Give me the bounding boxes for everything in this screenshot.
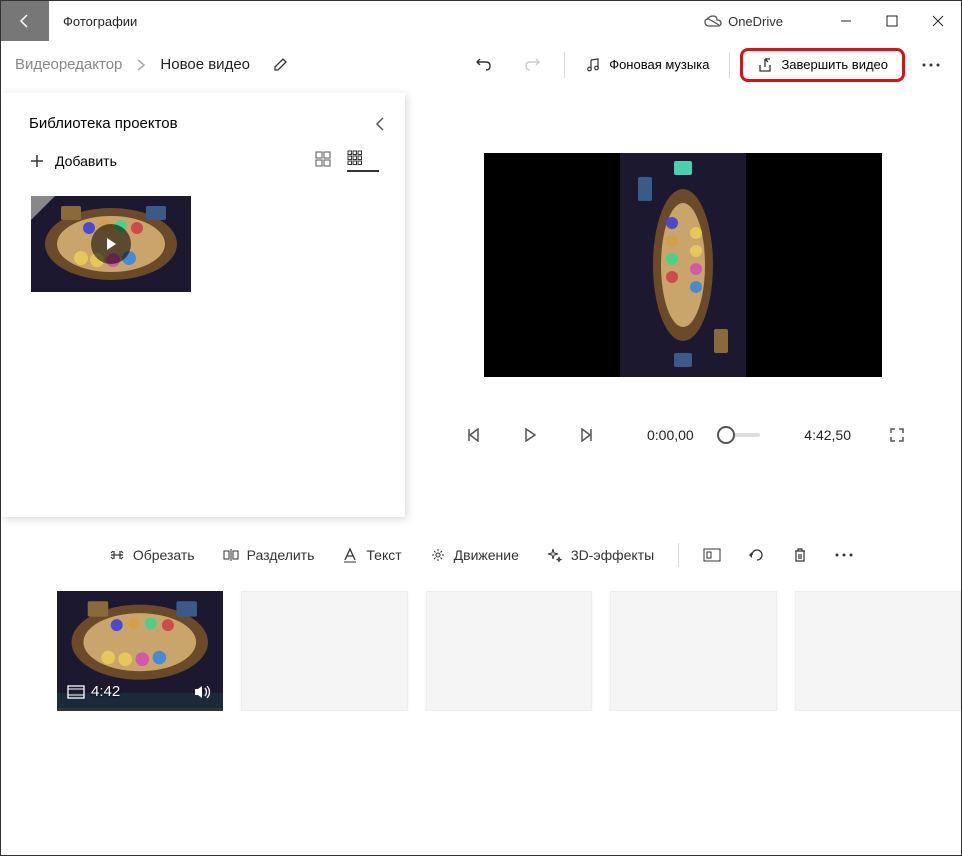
- storyboard-toolbar: Обрезать Разделить Текст Движение 3D-эфф…: [1, 517, 961, 581]
- view-large-button[interactable]: [315, 151, 347, 171]
- motion-button[interactable]: Движение: [418, 541, 531, 569]
- cloud-icon: [704, 15, 722, 27]
- finish-video-button[interactable]: Завершить видео: [740, 48, 905, 82]
- finish-label: Завершить видео: [781, 57, 888, 72]
- bg-music-label: Фоновая музыка: [609, 57, 709, 72]
- text-icon: [342, 547, 358, 563]
- 3d-effects-label: 3D-эффекты: [571, 547, 654, 563]
- titlebar: Фотографии OneDrive: [1, 1, 961, 41]
- media-thumbnail[interactable]: [31, 196, 191, 292]
- trash-icon: [793, 547, 807, 563]
- breadcrumb-current: Новое видео: [160, 56, 250, 73]
- volume-icon[interactable]: [193, 684, 213, 700]
- maximize-button[interactable]: [869, 1, 915, 41]
- storyboard-placeholder[interactable]: [426, 591, 592, 711]
- film-icon: [67, 685, 85, 699]
- undo-button[interactable]: [462, 43, 506, 87]
- onedrive-link[interactable]: OneDrive: [704, 14, 783, 29]
- clip-art: [57, 591, 223, 693]
- rotate-icon: [749, 547, 765, 563]
- trim-icon: [109, 547, 125, 563]
- trim-label: Обрезать: [133, 547, 195, 563]
- storyboard-more-button[interactable]: [823, 547, 865, 563]
- separator: [564, 52, 565, 78]
- aspect-button[interactable]: [691, 542, 733, 568]
- add-media-button[interactable]: Добавить: [29, 153, 117, 169]
- storyboard-placeholder[interactable]: [241, 591, 407, 711]
- storyboard-placeholder[interactable]: [610, 591, 776, 711]
- storyboard-placeholder[interactable]: [795, 591, 961, 711]
- collapse-library-button[interactable]: [375, 116, 385, 132]
- redo-button[interactable]: [510, 43, 554, 87]
- storyboard-clip[interactable]: 4:42: [57, 591, 223, 711]
- 3d-effects-button[interactable]: 3D-эффекты: [535, 541, 666, 569]
- background-music-button[interactable]: Фоновая музыка: [575, 57, 719, 73]
- preview-panel: 0:00,00 4:42,50: [405, 89, 961, 517]
- export-icon: [757, 57, 773, 73]
- breadcrumb-root[interactable]: Видеоредактор: [15, 56, 122, 73]
- onedrive-label: OneDrive: [728, 14, 783, 29]
- clip-duration: 4:42: [91, 683, 120, 700]
- separator: [678, 543, 679, 567]
- motion-label: Движение: [454, 547, 519, 563]
- seek-slider[interactable]: [726, 433, 761, 437]
- sparkle-icon: [547, 547, 563, 563]
- trim-button[interactable]: Обрезать: [97, 541, 207, 569]
- delete-button[interactable]: [781, 541, 819, 569]
- music-icon: [585, 57, 601, 73]
- play-button[interactable]: [523, 428, 555, 442]
- video-preview[interactable]: [484, 153, 882, 377]
- split-icon: [223, 547, 239, 563]
- aspect-icon: [703, 548, 721, 562]
- chevron-right-icon: [136, 59, 146, 71]
- command-bar: Видеоредактор Новое видео Фоновая музыка…: [1, 41, 961, 89]
- slider-thumb[interactable]: [717, 426, 735, 444]
- rotate-button[interactable]: [737, 541, 777, 569]
- close-button[interactable]: [915, 1, 961, 41]
- library-title: Библиотека проектов: [29, 115, 178, 132]
- fullscreen-button[interactable]: [889, 427, 921, 443]
- split-label: Разделить: [247, 547, 315, 563]
- split-button[interactable]: Разделить: [211, 541, 327, 569]
- text-button[interactable]: Текст: [330, 541, 413, 569]
- edit-title-button[interactable]: [272, 57, 288, 73]
- project-library-panel: Библиотека проектов Добавить: [1, 93, 405, 517]
- text-label: Текст: [366, 547, 401, 563]
- current-time: 0:00,00: [647, 427, 694, 443]
- next-frame-button[interactable]: [579, 428, 611, 442]
- more-button[interactable]: [909, 43, 953, 87]
- plus-icon: [29, 153, 45, 169]
- separator: [729, 52, 730, 78]
- minimize-button[interactable]: [823, 1, 869, 41]
- storyboard: 4:42: [1, 581, 961, 711]
- prev-frame-button[interactable]: [467, 428, 499, 442]
- play-icon: [91, 224, 131, 264]
- motion-icon: [430, 547, 446, 563]
- app-title: Фотографии: [49, 14, 137, 29]
- add-label: Добавить: [55, 153, 117, 169]
- total-time: 4:42,50: [804, 427, 851, 443]
- view-small-button[interactable]: [347, 150, 379, 172]
- back-button[interactable]: [1, 1, 49, 41]
- preview-frame-art: [620, 153, 746, 377]
- player-controls: 0:00,00 4:42,50: [405, 427, 961, 443]
